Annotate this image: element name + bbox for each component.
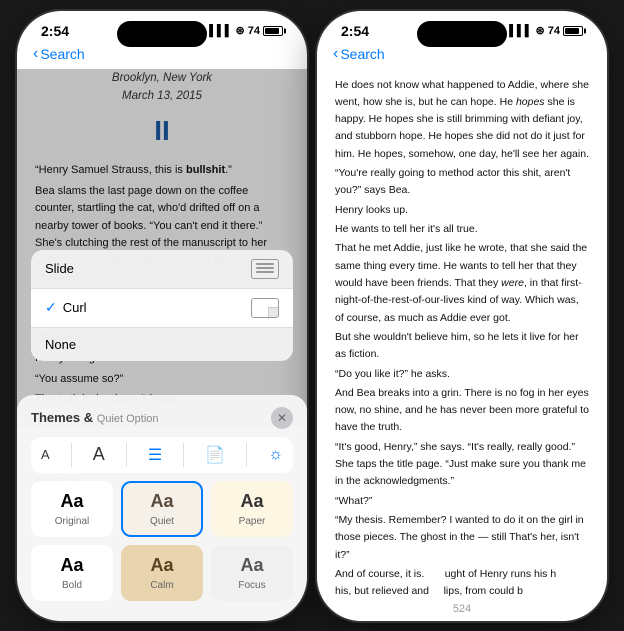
slide-page-icon bbox=[251, 259, 279, 279]
right-para-5: That he met Addie, just like he wrote, t… bbox=[335, 240, 589, 327]
theme-name-bold: Bold bbox=[62, 580, 82, 591]
font-small-a: A bbox=[41, 447, 50, 462]
status-time-right: 2:54 bbox=[341, 23, 369, 39]
none-label: None bbox=[45, 337, 76, 352]
right-phone: 2:54 ▌▌▌ ⊛ 74 ‹ Search bbox=[317, 11, 607, 621]
separator-3 bbox=[183, 443, 184, 467]
slide-option-none[interactable]: None bbox=[31, 328, 293, 361]
dynamic-island-right bbox=[417, 21, 507, 47]
theme-card-bold[interactable]: Aa Bold bbox=[31, 545, 113, 601]
theme-preview-original: Aa bbox=[60, 491, 83, 512]
theme-name-original: Original bbox=[55, 516, 89, 527]
signal-icon-right: ▌▌▌ bbox=[509, 25, 532, 37]
theme-name-paper: Paper bbox=[239, 516, 266, 527]
nav-back-label-left: Search bbox=[40, 46, 84, 62]
slide-menu-panel: Slide ✓ bbox=[31, 250, 293, 361]
status-icons-right: ▌▌▌ ⊛ 74 bbox=[509, 24, 583, 37]
theme-card-focus[interactable]: Aa Focus bbox=[211, 545, 293, 601]
right-para-1: He does not know what happened to Addie,… bbox=[335, 77, 589, 164]
separator-4 bbox=[246, 443, 247, 467]
dim-overlay bbox=[17, 69, 307, 428]
battery-icon-right bbox=[563, 26, 583, 36]
theme-card-quiet[interactable]: Aa Quiet bbox=[121, 481, 203, 537]
battery-text-left: 74 bbox=[248, 25, 260, 37]
close-themes-button[interactable]: ✕ bbox=[271, 407, 293, 429]
checkmark-icon: ✓ bbox=[45, 299, 57, 316]
brightness-icon[interactable]: ☼ bbox=[268, 446, 283, 464]
right-para-6: But she wouldn't believe him, so he lets… bbox=[335, 329, 589, 364]
nav-back-label-right: Search bbox=[340, 46, 384, 62]
theme-name-quiet: Quiet bbox=[150, 516, 174, 527]
wifi-icon: ⊛ bbox=[236, 24, 245, 37]
curl-label: Curl bbox=[63, 300, 87, 315]
right-para-2: “You're really going to method actor thi… bbox=[335, 165, 589, 200]
right-para-7: “Do you like it?” he asks. bbox=[335, 366, 589, 383]
wifi-icon-right: ⊛ bbox=[536, 24, 545, 37]
text-format-icon[interactable]: ☰ bbox=[148, 445, 162, 465]
theme-preview-focus: Aa bbox=[240, 555, 263, 576]
status-time-left: 2:54 bbox=[41, 23, 69, 39]
font-controls: A A ☰ 📄 ☼ bbox=[31, 437, 293, 473]
right-para-4: He wants to tell her it's all true. bbox=[335, 221, 589, 238]
themes-header: Themes & Quiet Option ✕ bbox=[31, 407, 293, 429]
back-chevron-icon-right: ‹ bbox=[333, 45, 338, 63]
nav-back-right[interactable]: ‹ Search bbox=[333, 45, 385, 63]
theme-name-calm: Calm bbox=[150, 580, 173, 591]
page-number: 524 bbox=[317, 597, 607, 621]
theme-preview-calm: Aa bbox=[150, 555, 173, 576]
right-para-10: “What?” bbox=[335, 493, 589, 510]
slide-option-slide[interactable]: Slide bbox=[31, 250, 293, 289]
phones-container: 2:54 ▌▌▌ ⊛ 74 ‹ Search bbox=[17, 11, 607, 621]
theme-cards-grid: Aa Original Aa Quiet Aa Paper Aa bbox=[31, 481, 293, 601]
theme-card-paper[interactable]: Aa Paper bbox=[211, 481, 293, 537]
theme-preview-paper: Aa bbox=[240, 491, 263, 512]
font-icon[interactable]: 📄 bbox=[205, 445, 225, 465]
left-phone: 2:54 ▌▌▌ ⊛ 74 ‹ Search bbox=[17, 11, 307, 621]
theme-card-calm[interactable]: Aa Calm bbox=[121, 545, 203, 601]
separator-1 bbox=[71, 443, 72, 467]
right-para-9: “It's good, Henry,” she says. “It's real… bbox=[335, 439, 589, 491]
right-book-content: He does not know what happened to Addie,… bbox=[317, 69, 607, 597]
signal-icon: ▌▌▌ bbox=[209, 25, 232, 37]
curl-page-icon bbox=[251, 298, 279, 318]
themes-title: Themes & Quiet Option bbox=[31, 410, 159, 425]
theme-name-focus: Focus bbox=[238, 580, 265, 591]
right-para-8: And Bea breaks into a grin. There is no … bbox=[335, 385, 589, 437]
battery-text-right: 74 bbox=[548, 25, 560, 37]
theme-preview-quiet: Aa bbox=[150, 491, 173, 512]
theme-card-original[interactable]: Aa Original bbox=[31, 481, 113, 537]
right-para-12: And of course, it is. ught of Henry runs… bbox=[335, 566, 589, 597]
themes-panel: Themes & Quiet Option ✕ A A ☰ 📄 bbox=[17, 395, 307, 621]
theme-preview-bold: Aa bbox=[60, 555, 83, 576]
battery-icon-left bbox=[263, 26, 283, 36]
separator-2 bbox=[126, 443, 127, 467]
slide-label: Slide bbox=[45, 261, 74, 276]
slide-option-curl[interactable]: ✓ Curl bbox=[31, 289, 293, 328]
back-chevron-icon: ‹ bbox=[33, 45, 38, 63]
dynamic-island bbox=[117, 21, 207, 47]
nav-back-left[interactable]: ‹ Search bbox=[33, 45, 85, 63]
right-para-3: Henry looks up. bbox=[335, 202, 589, 219]
status-icons-left: ▌▌▌ ⊛ 74 bbox=[209, 24, 283, 37]
right-para-11: “My thesis. Remember? I wanted to do it … bbox=[335, 512, 589, 564]
themes-subtitle: Quiet Option bbox=[97, 413, 159, 425]
font-large-a: A bbox=[93, 444, 105, 465]
